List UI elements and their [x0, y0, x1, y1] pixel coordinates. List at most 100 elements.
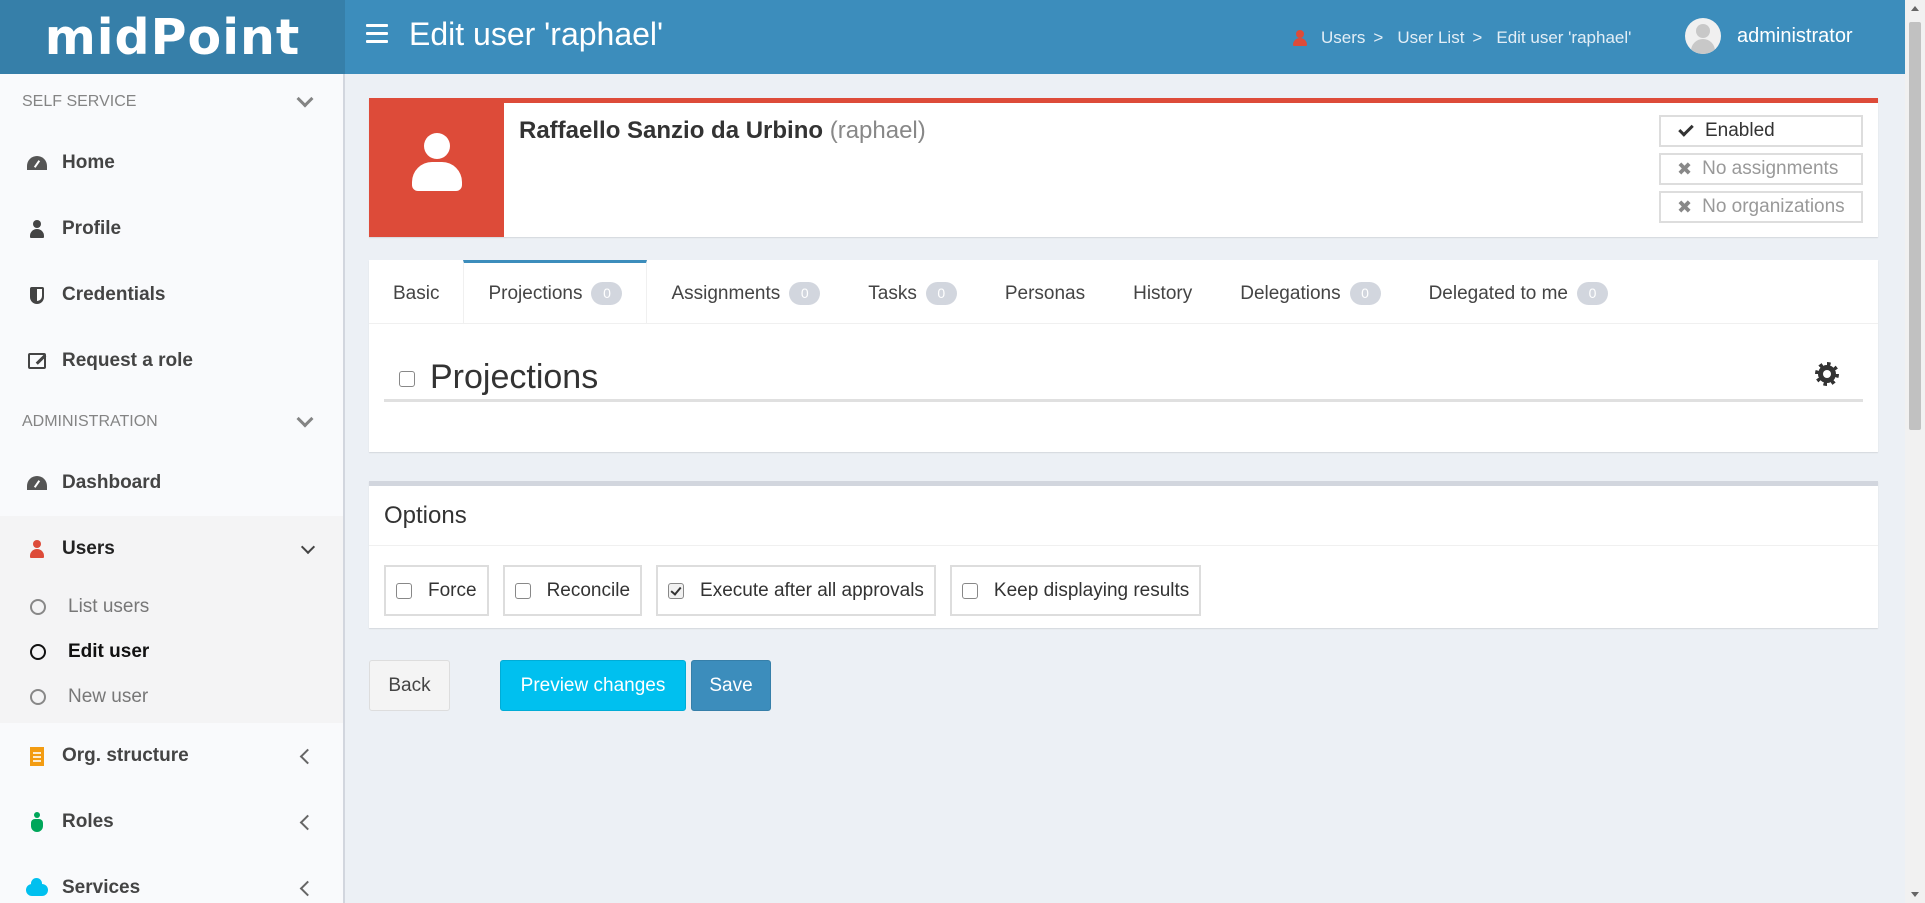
scrollbar-thumb[interactable]: [1909, 22, 1921, 430]
tab-delegations[interactable]: Delegations 0: [1216, 260, 1404, 324]
sidebar-subitem-edit-user[interactable]: Edit user: [0, 629, 343, 674]
tab-assignments[interactable]: Assignments 0: [647, 260, 844, 324]
reconcile-checkbox[interactable]: [514, 582, 531, 599]
save-button[interactable]: Save: [691, 660, 771, 711]
user-summary-box: Raffaello Sanzio da Urbino (raphael) Ena…: [369, 98, 1878, 237]
sidebar-section-administration[interactable]: ADMINISTRATION: [0, 394, 343, 450]
sidebar-item-credentials[interactable]: Credentials: [0, 262, 343, 328]
scrollbar[interactable]: [1905, 0, 1925, 903]
option-label: Reconcile: [546, 579, 631, 601]
option-reconcile[interactable]: Reconcile: [502, 565, 643, 616]
sidebar-item-dashboard[interactable]: Dashboard: [0, 450, 343, 516]
tab-personas[interactable]: Personas: [981, 260, 1109, 324]
sidebar-item-request-role[interactable]: Request a role: [0, 328, 343, 394]
sidebar-item-org-structure[interactable]: Org. structure: [0, 723, 343, 789]
sidebar-subitem-list-users[interactable]: List users: [0, 584, 343, 629]
subitem-label: List users: [68, 595, 150, 617]
breadcrumb: Users > User List > Edit user 'raphael': [1293, 28, 1631, 48]
sidebar-item-profile[interactable]: Profile: [0, 196, 343, 262]
count-badge: 0: [1349, 282, 1381, 305]
sidebar-item-label: Request a role: [62, 350, 193, 371]
sidebar-item-home[interactable]: Home: [0, 130, 343, 196]
sidebar-item-label: Org. structure: [62, 745, 189, 766]
option-label: Force: [428, 579, 477, 601]
logo-text: midPoint: [44, 8, 301, 66]
option-force[interactable]: Force: [384, 565, 489, 616]
tab-delegated-to-me[interactable]: Delegated to me 0: [1405, 260, 1632, 324]
force-checkbox[interactable]: [396, 582, 412, 599]
option-keep-displaying-results[interactable]: Keep displaying results: [949, 565, 1202, 616]
circle-icon: [30, 643, 46, 660]
options-box: Options Force Reconcile Execute after al…: [369, 481, 1878, 628]
execute-after-approvals-checkbox[interactable]: [668, 582, 685, 599]
sidebar-item-users[interactable]: Users: [0, 516, 343, 582]
sidebar-item-label: Home: [62, 152, 115, 173]
dashboard-icon: [26, 472, 48, 494]
gear-icon[interactable]: [1815, 362, 1839, 386]
tab-label: Basic: [393, 282, 440, 304]
chevron-down-icon: [300, 539, 316, 554]
user-status-tags: Enabled ✖ No assignments ✖ No organizati…: [1659, 115, 1863, 229]
tab-label: Assignments: [671, 282, 781, 304]
section-label: SELF SERVICE: [22, 93, 137, 110]
menu-toggle-icon[interactable]: [366, 24, 388, 48]
user-menu[interactable]: administrator: [1685, 18, 1853, 54]
sidebar-item-roles[interactable]: Roles: [0, 789, 343, 855]
user-display-name: Raffaello Sanzio da Urbino (raphael): [519, 117, 926, 145]
page-title: Edit user 'raphael': [409, 16, 664, 52]
user-icon: [1293, 30, 1307, 46]
sidebar-subitem-new-user[interactable]: New user: [0, 674, 343, 719]
sidebar: SELF SERVICE Home Profile Credentials Re…: [0, 74, 345, 903]
subitem-label: New user: [68, 685, 149, 707]
role-icon: [26, 811, 48, 833]
scroll-up-icon[interactable]: [1911, 6, 1919, 11]
user-icon: [26, 218, 48, 240]
cloud-icon: [26, 877, 48, 899]
tab-label: History: [1133, 282, 1193, 304]
status-badge-assignments: ✖ No assignments: [1659, 153, 1863, 185]
option-execute-after-approvals[interactable]: Execute after all approvals: [656, 565, 936, 616]
breadcrumb-separator: >: [1373, 28, 1384, 47]
breadcrumb-edit-user: Edit user 'raphael': [1496, 28, 1632, 47]
sidebar-item-label: Dashboard: [62, 472, 162, 493]
count-badge: 0: [1577, 282, 1608, 305]
keep-displaying-results-checkbox[interactable]: [961, 582, 978, 599]
tab-history[interactable]: History: [1109, 260, 1216, 324]
sidebar-item-label: Roles: [62, 811, 114, 832]
tab-label: Delegated to me: [1428, 282, 1568, 304]
chevron-down-icon: [296, 410, 314, 428]
sidebar-section-self-service[interactable]: SELF SERVICE: [0, 74, 343, 130]
username: administrator: [1737, 24, 1853, 47]
logo[interactable]: midPoint: [0, 0, 345, 74]
sidebar-item-label: Profile: [62, 218, 122, 239]
tab-tasks[interactable]: Tasks 0: [844, 260, 981, 324]
tab-label: Tasks: [868, 282, 917, 304]
tab-label: Personas: [1004, 282, 1086, 304]
breadcrumb-users[interactable]: Users: [1321, 28, 1365, 48]
option-label: Keep displaying results: [993, 579, 1190, 601]
back-button[interactable]: Back: [369, 660, 450, 711]
users-submenu: List users Edit user New user: [0, 582, 343, 723]
status-badge-enabled: Enabled: [1659, 115, 1863, 147]
chevron-down-icon: [296, 90, 314, 108]
sidebar-item-label: Credentials: [62, 284, 166, 305]
status-label: No assignments: [1702, 158, 1839, 179]
subitem-label: Edit user: [68, 640, 150, 662]
select-all-checkbox[interactable]: [399, 371, 415, 387]
scroll-down-icon[interactable]: [1911, 892, 1919, 897]
user-full-name: Raffaello Sanzio da Urbino: [519, 117, 824, 144]
preview-changes-button[interactable]: Preview changes: [500, 660, 686, 711]
option-label: Execute after all approvals: [700, 579, 924, 601]
tab-label: Delegations: [1240, 282, 1341, 304]
breadcrumb-user-list[interactable]: User List: [1397, 28, 1464, 48]
count-badge: 0: [789, 282, 821, 305]
action-buttons: Back Preview changes Save: [369, 660, 771, 711]
chevron-left-icon: [299, 748, 316, 764]
status-label: No organizations: [1702, 196, 1845, 217]
sidebar-item-services[interactable]: Services: [0, 855, 343, 903]
count-badge: 0: [925, 282, 957, 305]
tab-projections[interactable]: Projections 0: [463, 260, 648, 324]
close-icon: ✖: [1677, 196, 1693, 217]
chevron-left-icon: [299, 814, 316, 830]
tab-basic[interactable]: Basic: [369, 260, 463, 324]
